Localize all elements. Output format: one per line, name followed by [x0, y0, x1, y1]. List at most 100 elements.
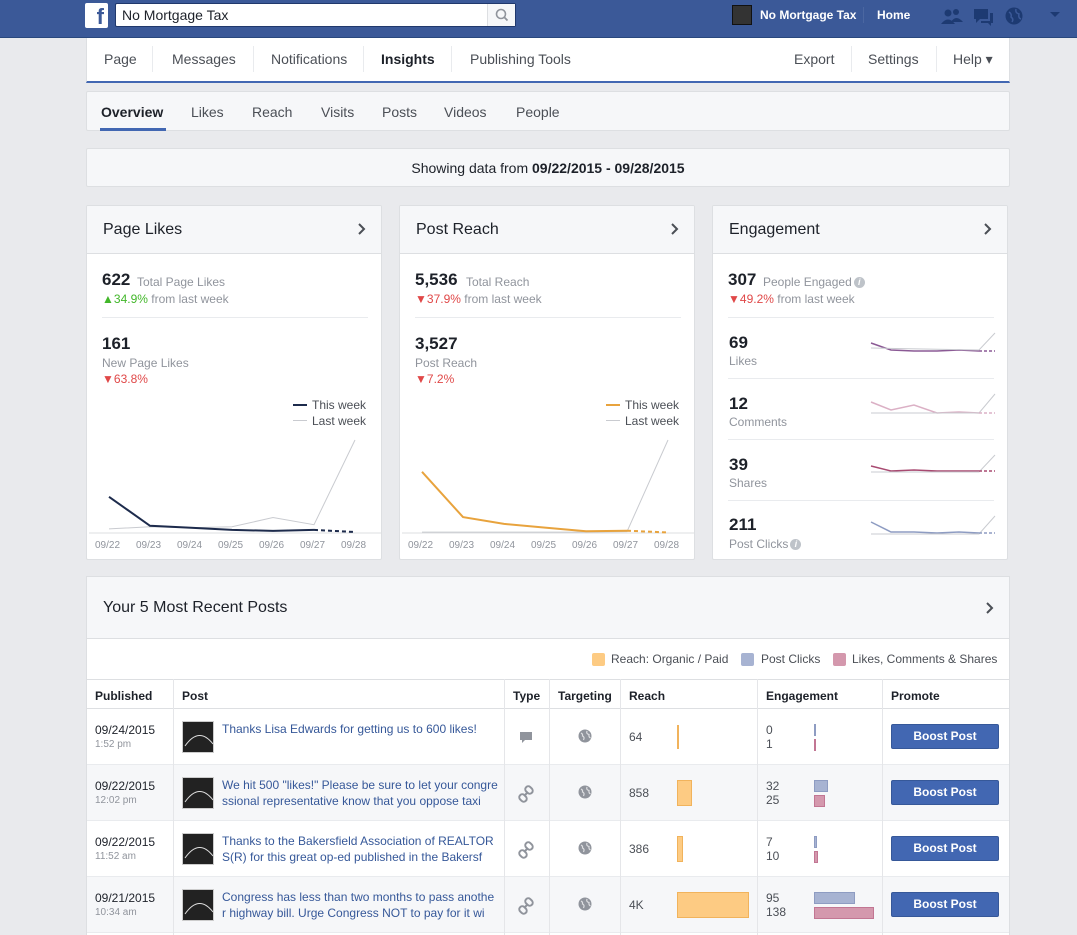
post-text-link[interactable]: We hit 500 "likes!" Please be sure to le…	[222, 777, 498, 811]
series-line-this-week	[421, 471, 628, 533]
column-divider	[504, 679, 505, 935]
divider	[728, 500, 994, 501]
table-row[interactable]: 09/22/2015 12:02 pm We hit 500 "likes!" Pl…	[87, 765, 1009, 821]
engagement-bar	[814, 851, 818, 863]
nav-divider	[363, 46, 364, 72]
legend-clicks: Post Clicks	[761, 652, 821, 666]
reach-value: 386	[629, 842, 650, 856]
tab-page[interactable]: Page	[104, 51, 137, 67]
subtab-likes[interactable]: Likes	[191, 104, 224, 120]
subtab-reach[interactable]: Reach	[252, 104, 292, 120]
boost-post-button[interactable]: Boost Post	[891, 724, 999, 749]
card-header[interactable]: Engagement	[713, 206, 1007, 254]
series-line-partial-day	[626, 529, 669, 534]
posts-header[interactable]: Your 5 Most Recent Posts	[87, 577, 1009, 639]
published-date: 09/21/2015	[95, 891, 156, 905]
post-text-link[interactable]: Thanks to the Bakersfield Association of…	[222, 833, 498, 867]
divider	[728, 378, 994, 379]
x-tick-label: 09/25	[218, 540, 243, 551]
reach-bar	[677, 725, 679, 749]
info-icon[interactable]: i	[790, 539, 802, 551]
post-reach-chart: 09/22 09/23 09/24 09/25 09/26 09/27 09/28	[402, 439, 694, 551]
published-time: 10:34 am	[95, 907, 137, 918]
public-globe-icon	[578, 897, 592, 914]
page-avatar[interactable]	[732, 5, 752, 25]
post-thumbnail[interactable]	[182, 833, 214, 865]
boost-post-button[interactable]: Boost Post	[891, 836, 999, 861]
col-published[interactable]: Published	[95, 689, 152, 703]
series-line-this-week	[108, 495, 315, 532]
boost-post-button[interactable]: Boost Post	[891, 780, 999, 805]
public-globe-icon	[578, 729, 592, 746]
notifications-globe-icon[interactable]	[1003, 6, 1025, 28]
search-box	[115, 3, 516, 27]
boost-post-button[interactable]: Boost Post	[891, 892, 999, 917]
post-thumbnail[interactable]	[182, 889, 214, 921]
post-clicks-value: 7	[766, 835, 773, 849]
tab-notifications[interactable]: Notifications	[271, 51, 347, 67]
col-type[interactable]: Type	[513, 689, 540, 703]
tab-publishing-tools[interactable]: Publishing Tools	[470, 51, 571, 67]
link-icon	[518, 785, 534, 806]
reach-value: 64	[629, 730, 643, 744]
col-post[interactable]: Post	[182, 689, 208, 703]
table-row[interactable]: 09/22/2015 11:52 am Thanks to the Bakersfi…	[87, 821, 1009, 877]
col-targeting[interactable]: Targeting	[558, 689, 612, 703]
insights-subnav: Overview Likes Reach Visits Posts Videos…	[86, 91, 1010, 131]
tab-insights[interactable]: Insights	[381, 51, 435, 67]
messages-icon[interactable]	[971, 6, 995, 28]
likes-comments-shares-value: 25	[766, 793, 780, 807]
link-icon	[518, 897, 534, 918]
people-engaged-delta: ▼49.2% from last week	[728, 292, 855, 306]
post-clicks-bar	[814, 836, 817, 848]
top-divider	[863, 7, 864, 23]
column-divider	[620, 679, 621, 935]
engagement-bar	[814, 739, 816, 751]
published-date: 09/22/2015	[95, 779, 156, 793]
likes-comments-shares-value: 138	[766, 905, 787, 919]
post-thumbnail[interactable]	[182, 721, 214, 753]
post-text-link[interactable]: Congress has less than two months to pas…	[222, 889, 498, 923]
column-divider	[882, 679, 883, 935]
table-row[interactable]: 09/24/2015 1:52 pm Thanks Lisa Edwards for…	[87, 709, 1009, 765]
chevron-right-icon[interactable]	[983, 222, 993, 236]
reach-bar	[677, 836, 683, 862]
info-icon[interactable]: i	[853, 277, 865, 289]
subtab-videos[interactable]: Videos	[444, 104, 487, 120]
help-menu[interactable]: Help ▾	[953, 51, 993, 68]
account-menu-chevron-icon[interactable]	[1048, 10, 1062, 20]
column-divider	[757, 679, 758, 935]
search-input[interactable]	[116, 4, 486, 26]
posts-table-header: Published Post Type Targeting Reach Enga…	[87, 679, 1009, 709]
posts-title: Your 5 Most Recent Posts	[103, 599, 288, 616]
settings-link[interactable]: Settings	[868, 51, 919, 67]
home-link[interactable]: Home	[877, 8, 910, 22]
status-icon	[518, 729, 534, 748]
friend-requests-icon[interactable]	[940, 6, 964, 28]
col-reach[interactable]: Reach	[629, 689, 665, 703]
subtab-visits[interactable]: Visits	[321, 104, 354, 120]
delta-value: 49.2%	[739, 292, 774, 306]
x-tick-label: 09/27	[300, 540, 325, 551]
subtab-people[interactable]: People	[516, 104, 560, 120]
chevron-right-icon[interactable]	[985, 601, 995, 615]
subtab-overview[interactable]: Overview	[101, 104, 163, 120]
shares-engagement-label: Shares	[729, 476, 768, 490]
export-link[interactable]: Export	[794, 51, 834, 67]
top-page-name[interactable]: No Mortgage Tax	[760, 8, 856, 22]
post-text-link[interactable]: Thanks Lisa Edwards for getting us to 60…	[222, 721, 498, 755]
post-thumbnail[interactable]	[182, 777, 214, 809]
post-clicks-value: 0	[766, 723, 773, 737]
divider	[728, 439, 994, 440]
table-row[interactable]: 09/21/2015 10:34 am Congress has less than…	[87, 877, 1009, 933]
people-engaged-label: People Engaged i	[763, 275, 865, 289]
facebook-logo-icon[interactable]: f	[85, 3, 108, 28]
public-globe-icon	[578, 841, 592, 858]
likes-engagement-value: 69	[729, 333, 748, 352]
legend-engagement: Likes, Comments & Shares	[852, 652, 998, 666]
search-button[interactable]	[487, 4, 515, 26]
tab-messages[interactable]: Messages	[172, 51, 236, 67]
col-promote[interactable]: Promote	[891, 689, 940, 703]
subtab-posts[interactable]: Posts	[382, 104, 417, 120]
col-engagement[interactable]: Engagement	[766, 689, 838, 703]
